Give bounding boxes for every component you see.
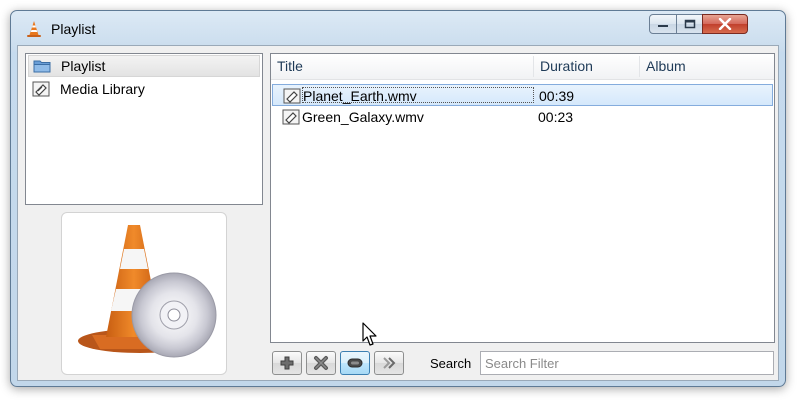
close-button[interactable] [702, 14, 748, 34]
sidebar: Playlist Media Library [25, 53, 263, 205]
title-bar[interactable]: Playlist [11, 11, 785, 45]
search-input[interactable] [480, 351, 774, 375]
add-icon [280, 356, 294, 370]
minimize-icon [658, 25, 668, 27]
video-file-icon [283, 88, 301, 104]
client-area: Playlist Media Library Title Duration Al… [17, 45, 779, 381]
remove-icon [314, 356, 328, 370]
minimize-button[interactable] [649, 14, 677, 34]
search-label: Search [430, 356, 472, 371]
add-button[interactable] [272, 351, 302, 375]
sidebar-item-label: Media Library [60, 81, 145, 97]
window-title: Playlist [51, 21, 96, 37]
sidebar-item-media-library[interactable]: Media Library [28, 78, 260, 100]
sidebar-item-playlist[interactable]: Playlist [28, 55, 260, 77]
table-row[interactable]: Planet_Earth.wmv 00:39 [272, 84, 773, 106]
forward-icon [383, 357, 396, 369]
row-title: Planet_Earth.wmv [303, 88, 417, 104]
maximize-button[interactable] [676, 14, 703, 34]
playlist-table: Title Duration Album Planet_Earth.wmv 00… [270, 53, 775, 343]
row-title: Green_Galaxy.wmv [302, 109, 424, 125]
close-icon [718, 18, 732, 30]
mouse-cursor-icon [362, 322, 377, 346]
maximize-icon [684, 19, 695, 29]
row-duration: 00:23 [538, 109, 574, 125]
vlc-cone-icon [25, 20, 43, 38]
column-header-duration[interactable]: Duration [534, 54, 639, 79]
album-art [61, 212, 227, 375]
playlist-window: Playlist Playlist Media Library Title Du… [10, 10, 786, 387]
remove-button[interactable] [306, 351, 336, 375]
table-row[interactable]: Green_Galaxy.wmv 00:23 [272, 106, 773, 128]
row-duration: 00:39 [539, 88, 575, 104]
forward-button[interactable] [374, 351, 404, 375]
vlc-logo-art [78, 225, 217, 358]
video-file-icon [282, 109, 300, 125]
eject-icon [347, 358, 363, 368]
table-header: Title Duration Album [271, 54, 774, 80]
playlist-folder-icon [33, 58, 51, 74]
media-library-icon [32, 81, 50, 97]
sidebar-item-label: Playlist [61, 58, 106, 74]
column-header-album[interactable]: Album [640, 54, 770, 79]
eject-button[interactable] [340, 351, 370, 375]
column-header-title[interactable]: Title [271, 54, 533, 79]
